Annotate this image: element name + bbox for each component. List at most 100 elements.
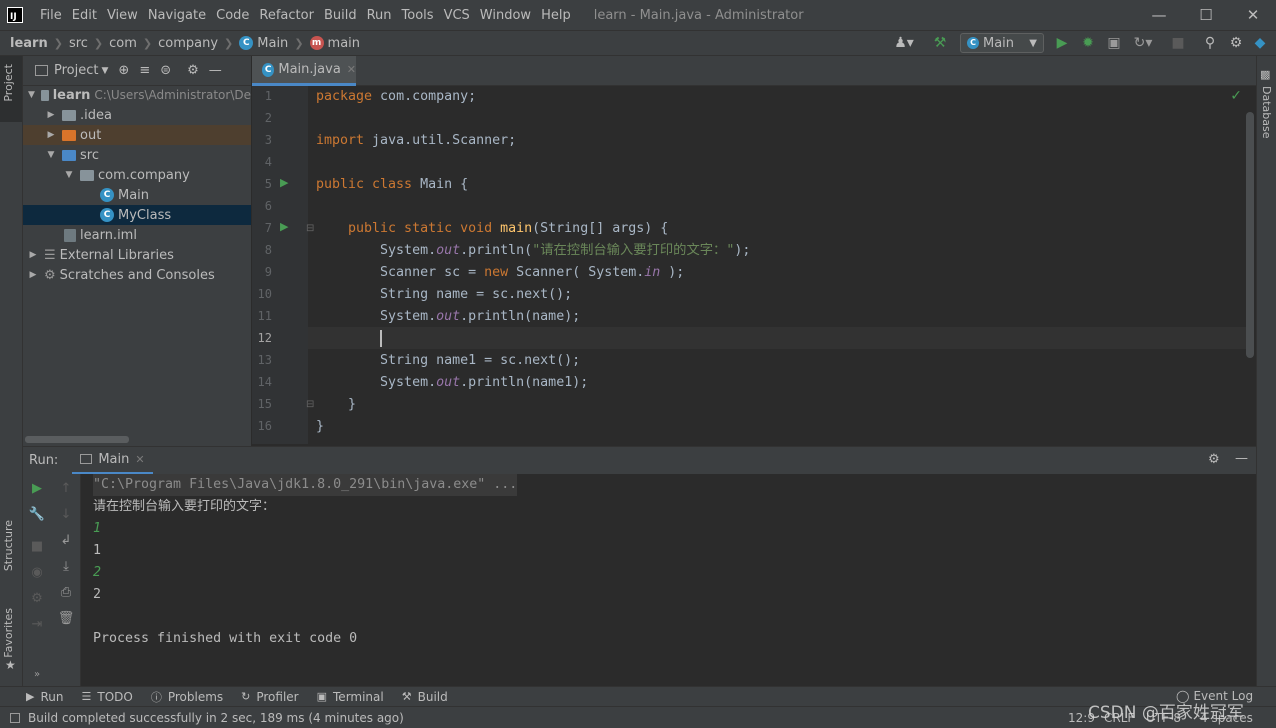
- menu-window[interactable]: Window: [475, 8, 536, 23]
- coverage-icon[interactable]: ▣: [1106, 35, 1122, 51]
- print-icon[interactable]: ⎙: [58, 584, 74, 600]
- project-tool-button[interactable]: Project: [2, 64, 15, 102]
- menu-refactor[interactable]: Refactor: [254, 8, 319, 23]
- breadcrumb-company[interactable]: company: [158, 36, 218, 51]
- tree-item-idea[interactable]: ▶ .idea: [23, 105, 251, 125]
- camera-icon[interactable]: ◉: [29, 564, 45, 580]
- bottom-tab-profiler[interactable]: ↻ Profiler: [241, 690, 298, 704]
- breadcrumb-src[interactable]: src: [69, 36, 88, 51]
- structure-tool-button[interactable]: Structure: [2, 520, 15, 571]
- line-number: 15: [257, 397, 272, 411]
- tree-item-learn[interactable]: ▼ learn C:\Users\Administrator\De: [23, 85, 251, 105]
- gear-icon[interactable]: ⚙: [1208, 452, 1220, 467]
- run-tab-label: Main: [98, 451, 130, 467]
- breadcrumb-main-method[interactable]: main: [328, 36, 360, 51]
- soft-wrap-icon[interactable]: ↲: [58, 532, 74, 548]
- maximize-icon[interactable]: ☐: [1183, 0, 1229, 30]
- tree-label: .idea: [80, 107, 112, 123]
- database-tool-button[interactable]: Database: [1260, 86, 1273, 139]
- tree-item-external-libraries[interactable]: ▶ ☰ External Libraries: [23, 245, 251, 265]
- horizontal-scrollbar[interactable]: [25, 436, 129, 443]
- run-tab-main[interactable]: Main ✕: [72, 447, 153, 475]
- tree-label: learn.iml: [80, 227, 137, 243]
- bottom-tab-run[interactable]: ▶ Run: [26, 690, 63, 704]
- stop-icon[interactable]: ■: [29, 538, 45, 554]
- stop-icon[interactable]: ■: [1170, 35, 1186, 51]
- project-view-select[interactable]: Project: [54, 63, 98, 78]
- expand-all-icon[interactable]: ≡: [139, 63, 150, 78]
- bottom-tab-todo[interactable]: ☰ TODO: [81, 690, 132, 704]
- search-icon[interactable]: ⚲: [1202, 35, 1218, 51]
- code-line-11: System.out.println(name);: [316, 309, 581, 324]
- gear-icon[interactable]: ⚙: [1228, 35, 1244, 51]
- tree-item-learn-iml[interactable]: learn.iml: [23, 225, 251, 245]
- more-icon[interactable]: »: [29, 666, 45, 682]
- scroll-to-end-icon[interactable]: ⤓: [58, 558, 74, 574]
- tree-item-com-company[interactable]: ▼ com.company: [23, 165, 251, 185]
- console-output[interactable]: "C:\Program Files\Java\jdk1.8.0_291\bin\…: [81, 474, 1256, 686]
- code-editor[interactable]: package com.company; import java.util.Sc…: [308, 86, 1246, 444]
- breadcrumb-main-class[interactable]: Main: [257, 36, 288, 51]
- favorites-tool-button[interactable]: Favorites: [2, 608, 15, 658]
- left-tool-stripe: Project Structure Favorites ★: [0, 56, 23, 686]
- menu-run[interactable]: Run: [362, 8, 397, 23]
- breadcrumb-learn[interactable]: learn: [10, 36, 48, 51]
- hide-icon[interactable]: —: [1235, 451, 1248, 466]
- hide-icon[interactable]: —: [209, 63, 222, 78]
- tree-item-main[interactable]: C Main: [23, 185, 251, 205]
- line-number: 10: [257, 287, 272, 301]
- menu-navigate[interactable]: Navigate: [143, 8, 211, 23]
- tab-main-java[interactable]: C Main.java ✕: [252, 56, 356, 86]
- status-icon[interactable]: [10, 712, 20, 723]
- tab-label: Run: [40, 689, 64, 704]
- exit-icon[interactable]: ⇥: [29, 616, 45, 632]
- menu-vcs[interactable]: VCS: [439, 8, 475, 23]
- tree-item-src[interactable]: ▼ src: [23, 145, 251, 165]
- breadcrumb-com[interactable]: com: [109, 36, 137, 51]
- user-icon[interactable]: ♟▾: [892, 35, 916, 51]
- module-folder-icon: [40, 89, 49, 101]
- menu-build[interactable]: Build: [319, 8, 362, 23]
- tree-item-scratches[interactable]: ▶ ⚙ Scratches and Consoles: [23, 265, 251, 285]
- profile-icon[interactable]: ↻▾: [1130, 35, 1156, 51]
- up-arrow-icon[interactable]: ↑: [58, 480, 74, 496]
- collapse-all-icon[interactable]: ⊜: [160, 63, 171, 78]
- menu-file[interactable]: File: [35, 8, 67, 23]
- bottom-tab-build[interactable]: ⚒ Build: [402, 690, 448, 704]
- vertical-scrollbar[interactable]: [1246, 112, 1254, 358]
- run-configuration-select[interactable]: C Main ▼: [960, 33, 1044, 53]
- settings-icon[interactable]: ⚙: [29, 590, 45, 606]
- close-icon[interactable]: ✕: [347, 63, 356, 76]
- bottom-tab-problems[interactable]: ⓘ Problems: [151, 689, 223, 705]
- menu-help[interactable]: Help: [536, 8, 576, 23]
- gear-icon[interactable]: ⚙: [187, 63, 199, 78]
- code-line-13: String name1 = sc.next();: [316, 353, 581, 368]
- down-arrow-icon[interactable]: ↓: [58, 506, 74, 522]
- jetbrains-icon[interactable]: ◆: [1252, 35, 1268, 51]
- run-gutter-icon[interactable]: ▶: [280, 220, 288, 233]
- menu-view[interactable]: View: [102, 8, 143, 23]
- wrench-icon[interactable]: 🔧: [29, 506, 45, 522]
- status-message[interactable]: Build completed successfully in 2 sec, 1…: [28, 711, 404, 725]
- close-icon[interactable]: ✕: [1230, 0, 1276, 30]
- rerun-icon[interactable]: ▶: [29, 480, 45, 496]
- trash-icon[interactable]: 🗑: [58, 610, 75, 626]
- chevron-down-icon[interactable]: ▼: [101, 66, 108, 76]
- minimize-icon[interactable]: —: [1136, 0, 1182, 30]
- inspection-ok-icon[interactable]: ✓: [1230, 88, 1242, 104]
- code-line-9: Scanner sc = new Scanner( System.in );: [316, 265, 685, 280]
- tree-item-out[interactable]: ▶ out: [23, 125, 251, 145]
- menu-tools[interactable]: Tools: [397, 8, 439, 23]
- menu-edit[interactable]: Edit: [67, 8, 102, 23]
- bottom-tab-terminal[interactable]: ▣ Terminal: [317, 690, 384, 704]
- debug-icon[interactable]: ✹: [1080, 35, 1096, 51]
- tree-item-myclass[interactable]: C MyClass: [23, 205, 251, 225]
- close-icon[interactable]: ✕: [135, 453, 144, 466]
- list-icon: ☰: [81, 690, 92, 703]
- locate-icon[interactable]: ⊕: [118, 63, 129, 78]
- code-line-7: public static void main(String[] args) {: [316, 221, 669, 236]
- build-hammer-icon[interactable]: ⚒: [932, 35, 948, 51]
- menu-code[interactable]: Code: [211, 8, 254, 23]
- run-icon[interactable]: ▶: [1054, 35, 1070, 51]
- run-gutter-icon[interactable]: ▶: [280, 176, 288, 189]
